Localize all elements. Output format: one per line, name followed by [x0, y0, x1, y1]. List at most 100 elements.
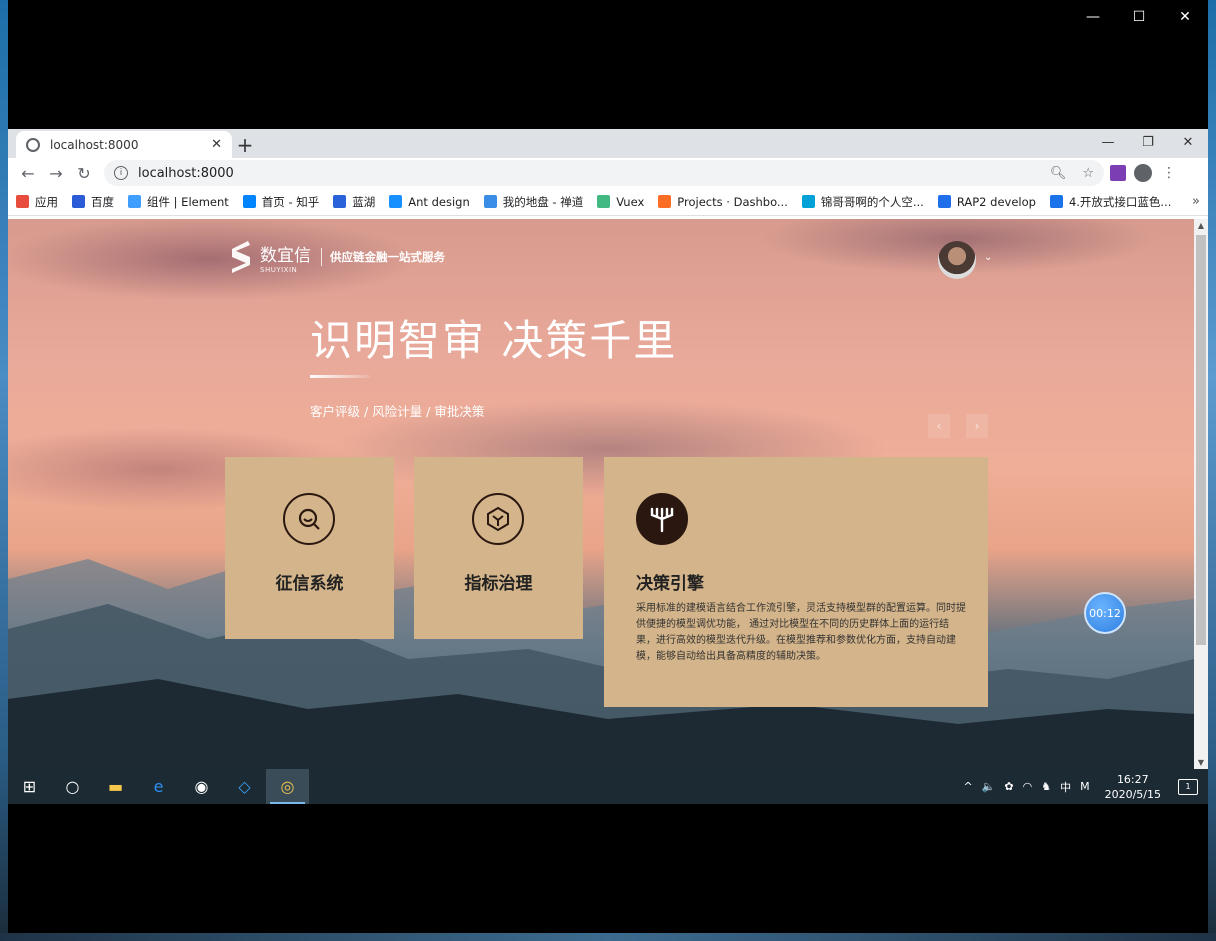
logo-name: 数宜信	[260, 245, 311, 266]
tray-app-icon[interactable]: ✿	[1004, 780, 1013, 793]
page-scrollbar[interactable]: ▲ ▼	[1194, 219, 1208, 769]
bookmark-star-icon[interactable]: ☆	[1082, 166, 1094, 181]
bookmark-label: Projects · Dashbo...	[677, 194, 788, 209]
tab-strip: localhost:8000 ✕ + — ❐ ✕	[8, 129, 1208, 158]
bookmark-label: 蓝湖	[352, 194, 376, 209]
reload-button[interactable]: ↻	[70, 159, 98, 187]
bookmark-item[interactable]: 百度	[72, 194, 114, 210]
ime-mode-icon[interactable]: M	[1080, 780, 1090, 793]
windows-taskbar: ⊞ ○ ▬ e ◉ ◇ ◎ ^ 🔈 ✿ ◠ ♞ 中 M 16:27 2020/5/15 1	[8, 769, 1208, 804]
zentao-icon	[483, 195, 497, 208]
outer-close-button[interactable]: ✕	[1162, 0, 1208, 34]
bookmark-item[interactable]: Projects · Dashbo...	[658, 195, 788, 209]
extension-icon[interactable]	[1110, 165, 1126, 181]
tab-title: localhost:8000	[50, 137, 139, 152]
vscode-icon[interactable]: ◇	[223, 769, 266, 804]
brand-logo[interactable]: 数宜信 SHUYIXIN 供应链金融一站式服务	[226, 239, 445, 275]
file-explorer-icon[interactable]: ▬	[94, 769, 137, 804]
bookmark-item[interactable]: 组件 | Element	[128, 194, 229, 210]
card-decision-engine[interactable]: 决策引擎 采用标准的建模语言结合工作流引擎，灵活支持模型群的配置运算。同时提供便…	[604, 457, 988, 707]
search-credit-icon	[283, 493, 335, 545]
bookmark-label: 百度	[91, 194, 114, 209]
bookmark-item[interactable]: 蓝湖	[333, 194, 375, 210]
windows-start-icon[interactable]: ⊞	[8, 769, 51, 804]
bookmark-item[interactable]: 我的地盘 - 禅道	[483, 194, 584, 210]
bookmark-label: 4.开放式接口蓝色...	[1068, 194, 1172, 209]
zoom-icon[interactable]: 🔍︎	[1050, 166, 1067, 181]
zhihu-icon	[242, 195, 256, 208]
card-title: 决策引擎	[636, 574, 704, 594]
bookmark-item[interactable]: RAP2 develop	[937, 195, 1036, 209]
clock-date: 2020/5/15	[1104, 787, 1161, 801]
input-method-icon[interactable]: 中	[1060, 779, 1071, 795]
mountain-background	[8, 559, 1194, 769]
decision-tree-icon	[636, 493, 688, 545]
scroll-down-icon[interactable]: ▼	[1194, 758, 1208, 767]
browser-menu-icon[interactable]: ⋮	[1160, 165, 1178, 181]
back-button[interactable]: ←	[14, 159, 42, 187]
card-credit-system[interactable]: 征信系统	[225, 457, 394, 639]
outer-minimize-button[interactable]: —	[1070, 0, 1116, 34]
timer-badge[interactable]: 00:12	[1084, 592, 1126, 634]
browser-restore-button[interactable]: ❐	[1128, 129, 1168, 156]
bookmarks-more-button[interactable]: »	[1192, 194, 1200, 209]
site-info-icon[interactable]: i	[114, 166, 128, 180]
address-bar[interactable]: i localhost:8000 🔍︎ ☆	[104, 160, 1104, 186]
page-viewport: 数宜信 SHUYIXIN 供应链金融一站式服务 ⌄ 识明智审 决策千里 客户评级…	[8, 219, 1194, 769]
logo-slogan: 供应链金融一站式服务	[330, 250, 445, 264]
system-clock[interactable]: 16:27 2020/5/15	[1105, 772, 1161, 802]
bookmark-label: 我的地盘 - 禅道	[502, 194, 584, 209]
user-avatar[interactable]	[938, 241, 976, 279]
bilibili-icon	[801, 195, 815, 208]
address-text[interactable]: localhost:8000	[138, 166, 234, 181]
gitlab-icon	[658, 195, 672, 208]
profile-icon[interactable]	[1134, 164, 1152, 182]
forward-button[interactable]: →	[42, 159, 70, 187]
scroll-up-icon[interactable]: ▲	[1194, 221, 1208, 230]
bookmark-item[interactable]: 锦哥哥啊的个人空...	[801, 194, 924, 210]
baidu-icon	[72, 195, 85, 208]
desktop-wallpaper-right	[1208, 0, 1216, 941]
desktop-wallpaper-bottom	[0, 933, 1216, 941]
bookmark-item[interactable]: Ant design	[389, 194, 470, 209]
hero-subtitle: 客户评级 / 风险计量 / 审批决策	[310, 404, 485, 419]
logo-s-icon	[232, 241, 250, 273]
bookmark-item[interactable]: 应用	[16, 194, 58, 210]
carousel-next-button[interactable]: ›	[966, 414, 988, 438]
bookmark-item[interactable]: 首页 - 知乎	[242, 194, 320, 210]
antd-icon	[389, 195, 403, 208]
carousel-prev-button[interactable]: ‹	[928, 414, 950, 438]
app-avatar-icon[interactable]: ◉	[180, 769, 223, 804]
scrollbar-thumb[interactable]	[1196, 235, 1206, 645]
card-title: 指标治理	[464, 574, 533, 594]
card-indicator-governance[interactable]: 指标治理	[414, 457, 583, 639]
bookmark-label: 首页 - 知乎	[261, 194, 320, 209]
doc-icon	[1049, 195, 1063, 208]
logo-divider	[321, 248, 322, 266]
outer-maximize-button[interactable]: ☐	[1116, 0, 1162, 34]
browser-minimize-button[interactable]: —	[1088, 129, 1128, 156]
outer-window-controls: — ☐ ✕	[1070, 0, 1208, 34]
wifi-icon[interactable]: ◠	[1023, 780, 1033, 793]
bookmark-label: 组件 | Element	[147, 194, 229, 209]
browser-tab[interactable]: localhost:8000 ✕	[16, 131, 232, 158]
bookmark-label: Ant design	[408, 194, 470, 209]
bookmark-item[interactable]: 4.开放式接口蓝色...	[1049, 194, 1172, 210]
tab-close-icon[interactable]: ✕	[211, 137, 222, 152]
chrome-icon[interactable]: ◎	[266, 769, 309, 804]
bookmark-item[interactable]: Vuex	[597, 195, 644, 209]
notification-center-icon[interactable]: 1	[1178, 778, 1198, 795]
lanhu-icon	[333, 195, 347, 208]
chevron-down-icon[interactable]: ⌄	[984, 252, 992, 263]
globe-icon	[26, 137, 40, 152]
edge-icon[interactable]: e	[137, 769, 180, 804]
new-tab-button[interactable]: +	[234, 133, 256, 157]
apps-icon	[16, 195, 29, 208]
desktop-screen: — ☐ ✕ localhost:8000 ✕ + — ❐ ✕ ← → ↻ i l…	[0, 0, 1216, 941]
cortana-icon[interactable]: ○	[51, 769, 94, 804]
volume-icon[interactable]: 🔈	[982, 780, 996, 793]
qq-icon[interactable]: ♞	[1041, 780, 1051, 793]
browser-close-button[interactable]: ✕	[1168, 129, 1208, 156]
hero-underline	[310, 375, 370, 378]
tray-expand-icon[interactable]: ^	[963, 780, 972, 793]
